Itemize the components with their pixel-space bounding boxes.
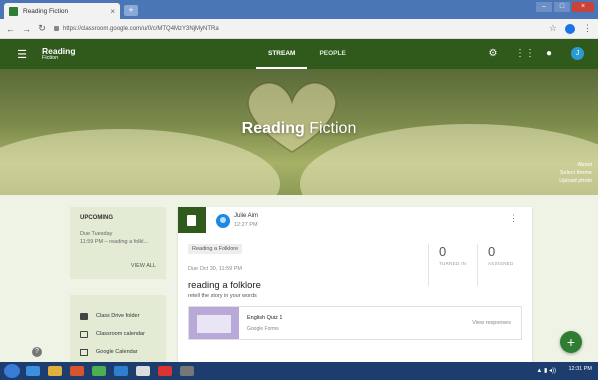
upload-photo-link[interactable]: Upload photo: [559, 177, 592, 185]
folder-icon: [80, 312, 88, 320]
view-all-button[interactable]: VIEW ALL: [131, 263, 156, 269]
post-time: 12:27 PM: [234, 222, 258, 228]
upcoming-panel: UPCOMING Due Tuesday 11:59 PM – reading …: [70, 207, 166, 279]
assigned-stat[interactable]: 0 ASSIGNED: [477, 244, 525, 286]
banner-title-bold: Reading: [241, 120, 305, 137]
notifications-icon[interactable]: ●: [543, 48, 555, 59]
external-link-icon: [80, 348, 88, 356]
minimize-button[interactable]: –: [536, 2, 552, 12]
assignment-post-card[interactable]: Julie Aim 12:27 PM ⋮ Reading a Folklore …: [178, 207, 532, 362]
bookmark-star-icon[interactable]: ☆: [549, 23, 557, 34]
browser-toolbar: ← → ↻ https://classroom.google.com/u/0/c…: [0, 19, 598, 39]
topic-chip[interactable]: Reading a Folklore: [188, 244, 243, 254]
address-bar[interactable]: https://classroom.google.com/u/0/c/MTQ4M…: [54, 26, 541, 32]
classroom-calendar-label: Classroom calendar: [96, 331, 145, 337]
app-taskbar-icon[interactable]: [92, 366, 106, 376]
windows-taskbar: ▲ ▮ ◂)) 12:31 PM: [0, 362, 598, 380]
post-more-options-icon[interactable]: ⋮: [509, 213, 518, 224]
google-calendar-label: Google Calendar: [96, 349, 138, 355]
reload-icon[interactable]: ↻: [38, 23, 46, 34]
lock-icon: [54, 26, 59, 31]
calendar-icon: [80, 330, 88, 338]
submission-stats: 0 TURNED IN 0 ASSIGNED: [428, 244, 525, 286]
url-text[interactable]: https://classroom.google.com/u/0/c/MTQ4M…: [63, 26, 219, 32]
browser-tab[interactable]: Reading Fiction ×: [4, 3, 120, 19]
attachment-type: Google Forms: [247, 326, 279, 332]
header-actions: ⚙ ⋮⋮ ● J: [487, 47, 584, 60]
word-taskbar-icon[interactable]: [114, 366, 128, 376]
class-nav-tabs: STREAM PEOPLE: [256, 39, 358, 69]
browser-tab-title: Reading Fiction: [23, 7, 69, 15]
banner-links: About Select theme Upload photo: [559, 161, 592, 185]
assignment-type-badge: [178, 207, 206, 233]
app-taskbar-icon[interactable]: [180, 366, 194, 376]
browser-menu-icon[interactable]: ⋮: [583, 23, 592, 34]
assignment-title[interactable]: reading a folklore: [188, 280, 261, 291]
tab-people[interactable]: PEOPLE: [307, 39, 357, 69]
media-taskbar-icon[interactable]: [70, 366, 84, 376]
apps-grid-icon[interactable]: ⋮⋮: [515, 48, 535, 59]
upcoming-item-link[interactable]: 11:59 PM – reading a folkl...: [80, 238, 156, 246]
attachment-name: English Quiz 1: [247, 315, 283, 321]
classroom-header: ☰ Reading Fiction STREAM PEOPLE ⚙ ⋮⋮ ● J: [0, 39, 598, 69]
google-calendar-link[interactable]: Google Calendar: [80, 343, 156, 361]
close-tab-icon[interactable]: ×: [110, 7, 115, 16]
classroom-favicon-icon: [9, 6, 18, 16]
app-taskbar-icon[interactable]: [158, 366, 172, 376]
class-drive-folder-label: Class Drive folder: [96, 313, 140, 319]
back-arrow-icon[interactable]: ←: [6, 24, 15, 34]
classroom-calendar-link[interactable]: Classroom calendar: [80, 325, 156, 343]
class-title[interactable]: Reading Fiction: [42, 46, 76, 62]
banner-title-light: Fiction: [309, 120, 357, 137]
class-section: Fiction: [42, 54, 59, 61]
class-banner: Reading Fiction About Select theme Uploa…: [0, 69, 598, 195]
banner-class-title: Reading Fiction: [0, 120, 598, 138]
forward-arrow-icon[interactable]: →: [22, 24, 31, 34]
turned-in-count: 0: [439, 244, 447, 259]
turned-in-label: TURNED IN: [439, 261, 467, 266]
upcoming-due-label: Due Tuesday: [80, 231, 113, 237]
settings-gear-icon[interactable]: ⚙: [487, 48, 499, 59]
select-theme-link[interactable]: Select theme: [559, 169, 592, 177]
browser-tab-strip: Reading Fiction × + – □ ×: [0, 0, 598, 19]
hamburger-menu-icon[interactable]: ☰: [16, 48, 28, 61]
assignment-due-date: Due Oct 30, 11:59 PM: [188, 266, 243, 272]
assigned-label: ASSIGNED: [488, 261, 514, 266]
heart-pages-image: [247, 82, 337, 153]
extension-icon[interactable]: [565, 23, 575, 34]
window-controls: – □ ×: [536, 2, 594, 12]
assignment-icon: [187, 215, 196, 226]
ie-taskbar-icon[interactable]: [26, 366, 40, 376]
tab-stream[interactable]: STREAM: [256, 39, 308, 69]
taskbar-clock[interactable]: 12:31 PM: [568, 366, 592, 372]
start-button[interactable]: [4, 364, 20, 378]
help-icon[interactable]: ?: [32, 347, 42, 357]
author-avatar: [216, 214, 230, 228]
upcoming-heading: UPCOMING: [80, 215, 113, 221]
about-link[interactable]: About: [559, 161, 592, 169]
turned-in-stat[interactable]: 0 TURNED IN: [429, 244, 477, 286]
account-avatar[interactable]: J: [571, 47, 584, 60]
maximize-button[interactable]: □: [554, 2, 570, 12]
post-author: Julie Aim: [234, 213, 259, 219]
close-window-button[interactable]: ×: [572, 2, 594, 12]
class-resources-panel: Class Drive folder Classroom calendar Go…: [70, 295, 166, 362]
forms-thumbnail-image: [189, 307, 239, 339]
system-tray-icons[interactable]: ▲ ▮ ◂)): [536, 367, 556, 374]
assignment-instructions: retell the story in your words: [188, 293, 257, 299]
explorer-taskbar-icon[interactable]: [48, 366, 62, 376]
chrome-taskbar-icon[interactable]: [136, 366, 150, 376]
attachment-card[interactable]: English Quiz 1 Google Forms View respons…: [188, 306, 522, 340]
view-responses-link[interactable]: View responses: [472, 320, 511, 326]
new-tab-button[interactable]: +: [124, 5, 138, 16]
assigned-count: 0: [488, 244, 496, 259]
class-drive-folder-link[interactable]: Class Drive folder: [80, 307, 156, 325]
stream-content: UPCOMING Due Tuesday 11:59 PM – reading …: [0, 195, 598, 362]
create-fab-button[interactable]: +: [560, 331, 582, 353]
